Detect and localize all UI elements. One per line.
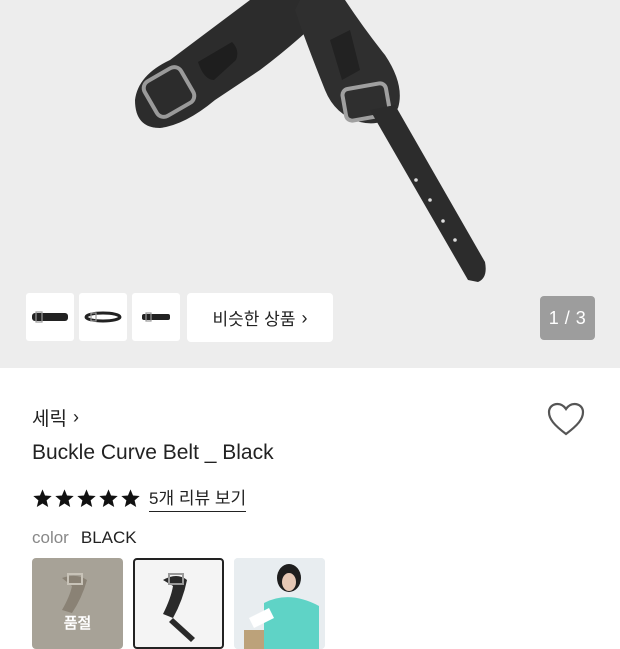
swatch-model[interactable] bbox=[234, 558, 325, 649]
star-icon bbox=[121, 488, 140, 507]
chevron-right-icon: › bbox=[72, 407, 79, 427]
star-icon bbox=[55, 488, 74, 507]
swatch-sold-out[interactable]: 품절 bbox=[32, 558, 123, 649]
thumbnail-strip bbox=[26, 293, 180, 341]
product-title: Buckle Curve Belt _ Black bbox=[32, 441, 274, 464]
thumbnail-1[interactable] bbox=[26, 293, 74, 341]
star-icon bbox=[33, 488, 52, 507]
similar-products-button[interactable]: 비슷한 상품 › bbox=[187, 293, 333, 342]
belt-thumb-icon bbox=[84, 311, 122, 323]
belt-swatch-image bbox=[62, 573, 87, 613]
similar-products-label: 비슷한 상품 bbox=[212, 310, 296, 329]
star-icon bbox=[77, 488, 96, 507]
color-value: BLACK bbox=[80, 528, 137, 547]
belt-thumb-icon bbox=[142, 312, 170, 322]
color-row: color BLACK bbox=[32, 528, 137, 548]
heart-icon[interactable] bbox=[546, 401, 586, 437]
image-page-counter: 1 / 3 bbox=[540, 296, 595, 340]
swatch-selected[interactable] bbox=[133, 558, 224, 649]
product-info: 세릭 › Buckle Curve Belt _ Black 5개 리뷰 보기 … bbox=[0, 368, 620, 649]
chevron-right-icon: › bbox=[301, 307, 308, 328]
belt-thumb-icon bbox=[32, 311, 68, 323]
thumbnail-2[interactable] bbox=[79, 293, 127, 341]
rating-row: 5개 리뷰 보기 bbox=[32, 484, 247, 512]
belt-swatch-image bbox=[163, 573, 195, 642]
brand-link[interactable]: 세릭 › bbox=[32, 404, 79, 431]
color-label: color bbox=[32, 528, 69, 547]
sold-out-tag: 품절 bbox=[63, 615, 92, 632]
star-icon bbox=[99, 488, 118, 507]
review-link[interactable]: 5개 리뷰 보기 bbox=[149, 484, 247, 512]
thumbnail-3[interactable] bbox=[132, 293, 180, 341]
product-image-gallery[interactable]: 비슷한 상품 › 1 / 3 bbox=[0, 0, 620, 368]
color-swatches: 품절 bbox=[32, 558, 325, 649]
star-rating bbox=[32, 488, 141, 509]
model-swatch-image bbox=[234, 558, 325, 649]
brand-name: 세릭 bbox=[32, 409, 67, 430]
